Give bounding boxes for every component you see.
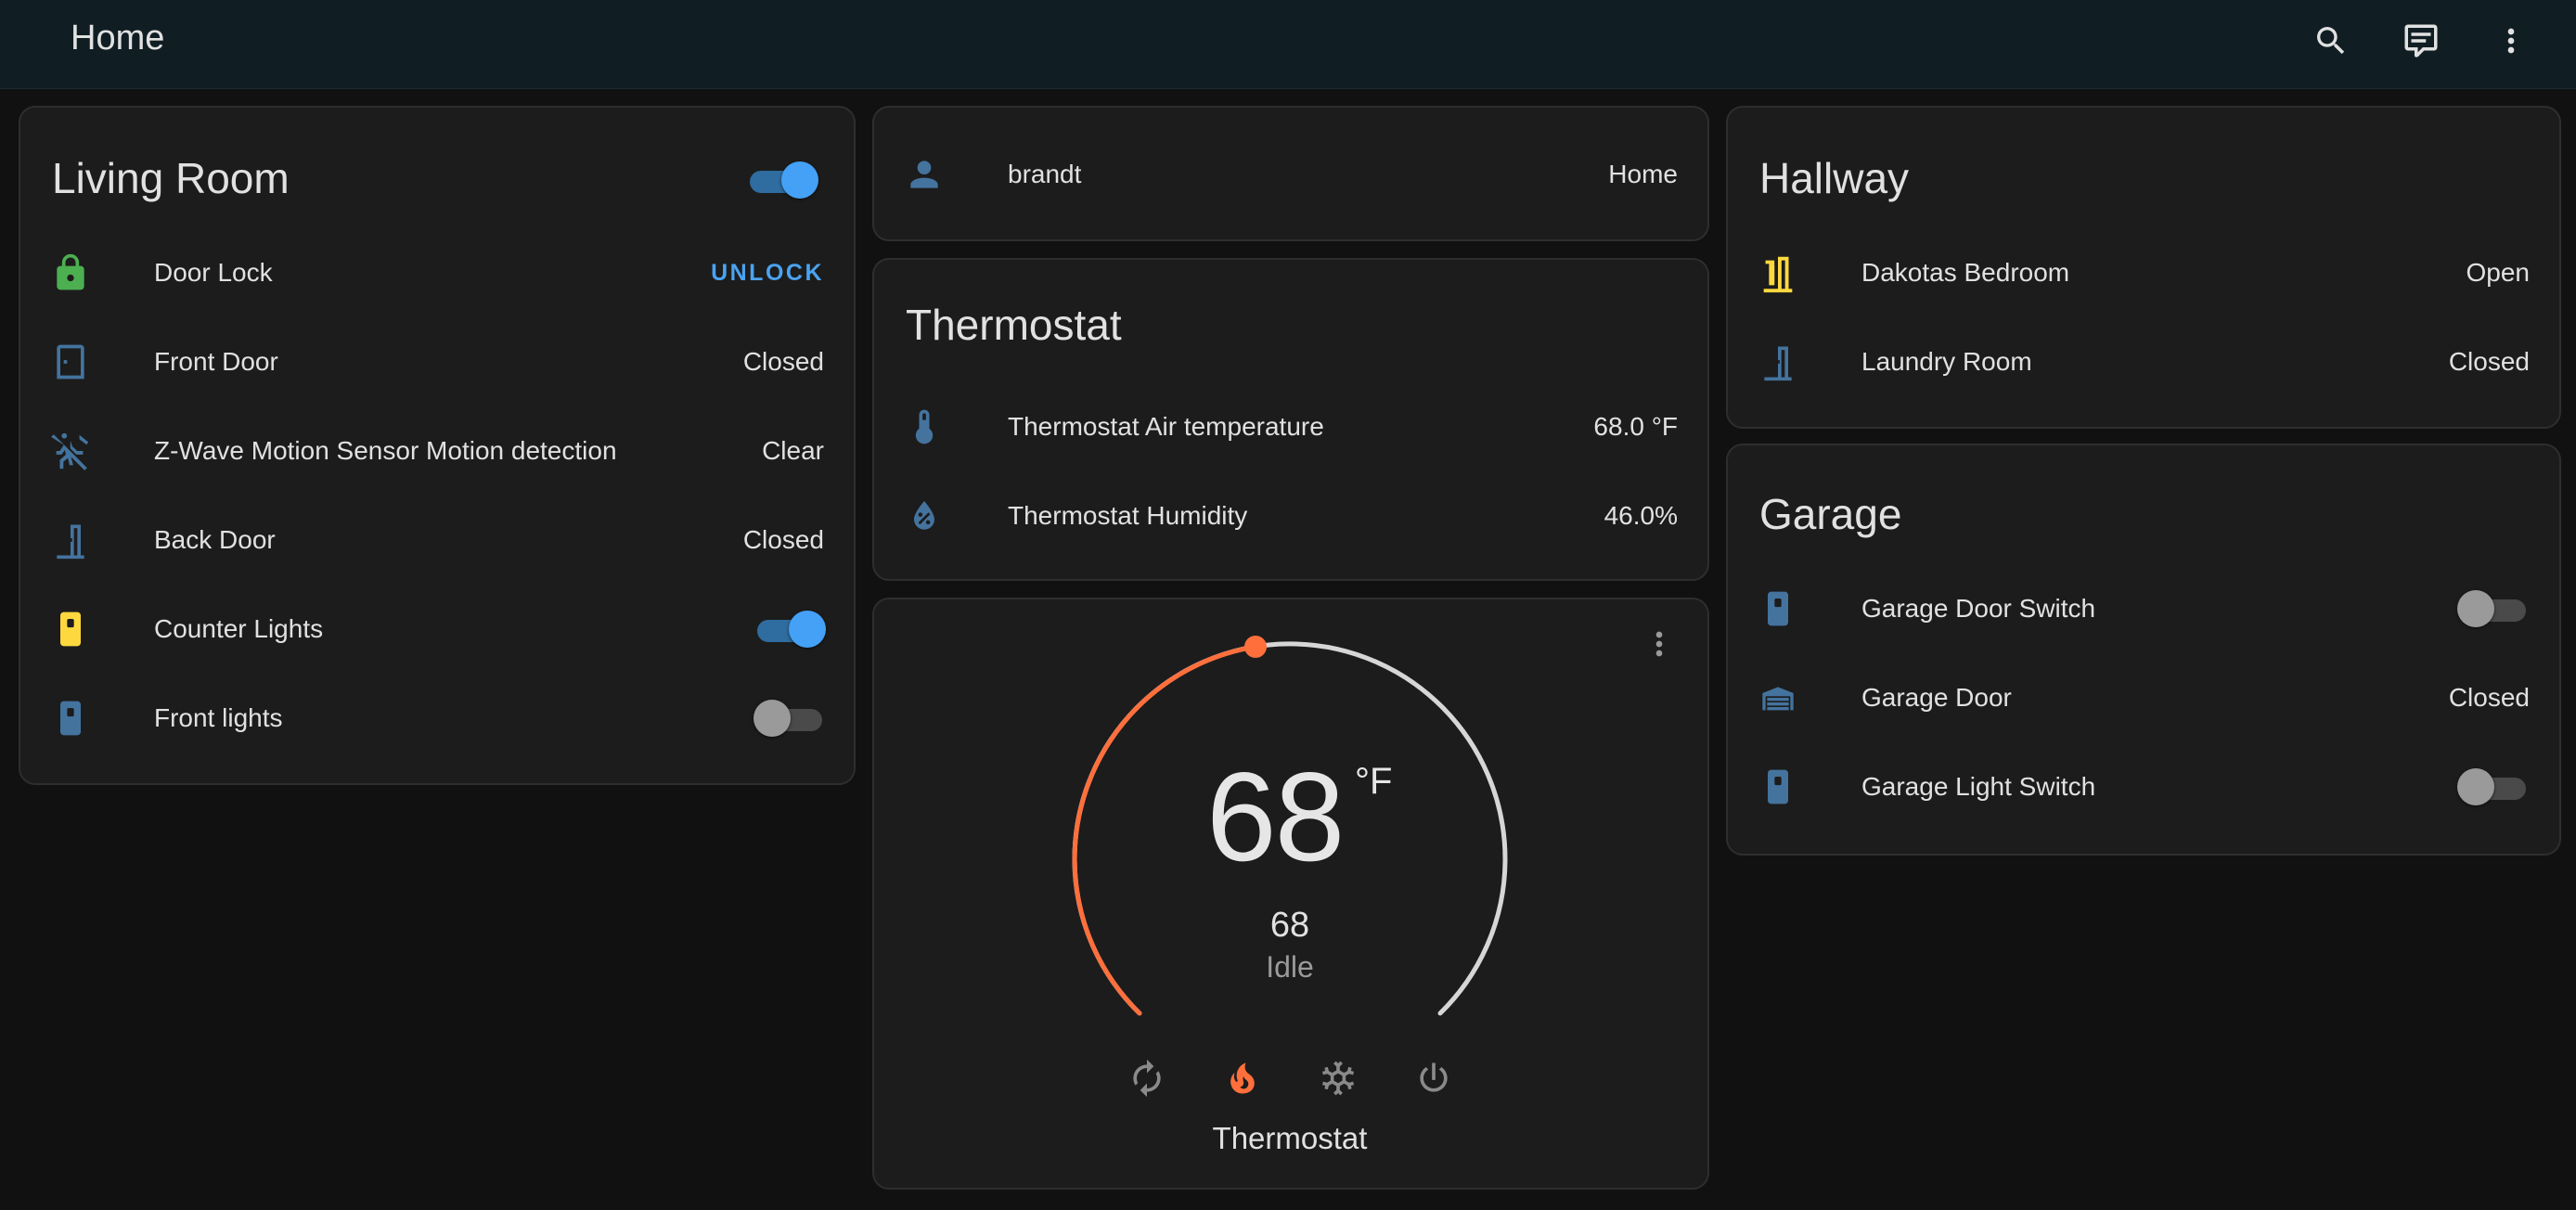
door-closed-icon bbox=[48, 518, 93, 562]
entity-row-person[interactable]: brandt Home bbox=[874, 130, 1707, 219]
entity-state: Clear bbox=[762, 436, 824, 465]
entity-row-garage-door[interactable]: Garage Door Closed bbox=[1728, 653, 2559, 742]
entity-name: Dakotas Bedroom bbox=[1861, 258, 2070, 287]
front-lights-toggle[interactable] bbox=[753, 698, 828, 739]
current-temperature: 68 bbox=[1206, 746, 1345, 887]
light-switch-icon bbox=[1756, 765, 1800, 809]
lock-icon bbox=[48, 251, 93, 295]
entity-row-motion-sensor[interactable]: Z-Wave Motion Sensor Motion detection Cl… bbox=[20, 406, 854, 496]
dial-setpoint-handle[interactable] bbox=[1244, 636, 1267, 658]
living-room-master-toggle[interactable] bbox=[746, 160, 820, 200]
entity-name: Z-Wave Motion Sensor Motion detection bbox=[154, 436, 617, 465]
entity-row-garage-door-switch[interactable]: Garage Door Switch bbox=[1728, 564, 2559, 653]
water-percent-icon bbox=[902, 494, 947, 538]
entity-row-front-lights[interactable]: Front lights bbox=[20, 674, 854, 763]
entity-name: Counter Lights bbox=[154, 614, 324, 643]
card-title: Thermostat bbox=[906, 301, 1122, 349]
entity-name: Back Door bbox=[154, 525, 276, 554]
garage-icon bbox=[1756, 676, 1800, 720]
hallway-card: Hallway Dakotas Bedroom Open Laundry Roo… bbox=[1726, 106, 2561, 429]
more-vert-icon[interactable] bbox=[2485, 15, 2537, 67]
entity-state: 68.0 °F bbox=[1593, 412, 1678, 441]
person-name: brandt bbox=[1008, 160, 1082, 188]
entity-state: 46.0% bbox=[1604, 501, 1678, 530]
power-icon[interactable] bbox=[1408, 1052, 1460, 1104]
light-switch-icon bbox=[48, 696, 93, 740]
entity-row-air-temperature[interactable]: Thermostat Air temperature 68.0 °F bbox=[874, 382, 1707, 471]
target-temperature: 68 bbox=[1269, 906, 1310, 945]
card-title: Hallway bbox=[1759, 154, 1910, 202]
card-title: Living Room bbox=[52, 154, 290, 202]
entity-state: Closed bbox=[742, 347, 824, 376]
entity-name: Thermostat Humidity bbox=[1008, 501, 1248, 530]
living-room-card: Living Room Door Lock UNLOCK Front Door … bbox=[19, 106, 856, 785]
garage-light-switch-toggle[interactable] bbox=[2457, 766, 2531, 807]
thermometer-icon bbox=[902, 405, 947, 449]
entity-name: Front Door bbox=[154, 347, 278, 376]
motion-sensor-off-icon bbox=[48, 429, 93, 473]
account-icon bbox=[902, 152, 947, 197]
entity-state: Closed bbox=[2448, 347, 2530, 376]
door-open-icon bbox=[1756, 251, 1800, 295]
entity-state: Closed bbox=[742, 525, 824, 554]
entity-row-garage-light-switch[interactable]: Garage Light Switch bbox=[1728, 742, 2559, 831]
fire-icon[interactable] bbox=[1217, 1052, 1269, 1104]
heat-cool-icon[interactable] bbox=[1121, 1052, 1173, 1104]
entity-row-counter-lights[interactable]: Counter Lights bbox=[20, 585, 854, 674]
thermostat-sensors-card: Thermostat Thermostat Air temperature 68… bbox=[872, 258, 1709, 581]
garage-door-switch-toggle[interactable] bbox=[2457, 588, 2531, 629]
counter-lights-toggle[interactable] bbox=[753, 609, 828, 650]
more-vert-icon[interactable] bbox=[1637, 622, 1681, 666]
thermostat-name: Thermostat bbox=[1212, 1121, 1368, 1155]
entity-name: Laundry Room bbox=[1861, 347, 2032, 376]
entity-row-back-door[interactable]: Back Door Closed bbox=[20, 496, 854, 585]
light-switch-icon bbox=[1756, 586, 1800, 631]
entity-row-humidity[interactable]: Thermostat Humidity 46.0% bbox=[874, 471, 1707, 560]
entity-name: Garage Light Switch bbox=[1861, 772, 2096, 801]
entity-row-door-lock[interactable]: Door Lock UNLOCK bbox=[20, 228, 854, 317]
person-state: Home bbox=[1608, 160, 1678, 188]
chat-icon[interactable] bbox=[2395, 15, 2447, 67]
door-closed-icon bbox=[1756, 340, 1800, 384]
page-title: Home bbox=[71, 19, 165, 58]
entity-name: Door Lock bbox=[154, 258, 273, 287]
snowflake-icon[interactable] bbox=[1312, 1052, 1364, 1104]
garage-card: Garage Garage Door Switch Garage Door Cl… bbox=[1726, 444, 2561, 856]
person-card[interactable]: brandt Home bbox=[872, 106, 1709, 241]
entity-row-dakotas-bedroom[interactable]: Dakotas Bedroom Open bbox=[1728, 228, 2559, 317]
entity-state: Open bbox=[2466, 258, 2531, 287]
entity-name: Thermostat Air temperature bbox=[1008, 412, 1324, 441]
entity-row-front-door[interactable]: Front Door Closed bbox=[20, 317, 854, 406]
card-title: Garage bbox=[1759, 490, 1902, 538]
hvac-action: Idle bbox=[1266, 950, 1314, 984]
entity-state: Closed bbox=[2448, 683, 2530, 712]
door-closed-icon bbox=[48, 340, 93, 384]
entity-name: Front lights bbox=[154, 703, 283, 732]
unlock-button[interactable]: UNLOCK bbox=[711, 228, 824, 317]
entity-name: Garage Door bbox=[1861, 683, 2012, 712]
light-switch-icon bbox=[48, 607, 93, 651]
temperature-unit: °F bbox=[1355, 761, 1393, 802]
app-toolbar: Home bbox=[0, 0, 2576, 89]
search-icon[interactable] bbox=[2305, 15, 2357, 67]
entity-name: Garage Door Switch bbox=[1861, 594, 2096, 623]
entity-row-laundry-room[interactable]: Laundry Room Closed bbox=[1728, 317, 2559, 406]
